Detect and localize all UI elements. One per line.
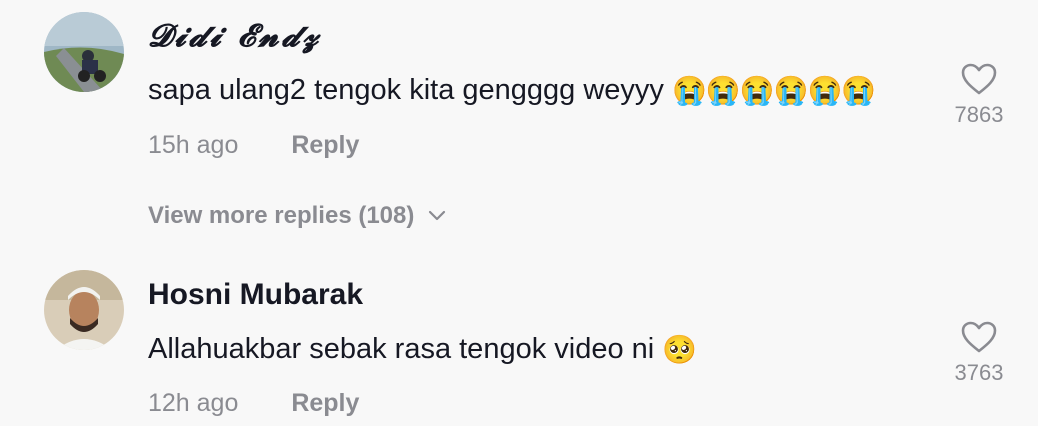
like-count: 3763 <box>954 360 1004 385</box>
comment-meta: 15h ago Reply <box>148 131 359 160</box>
view-more-replies-button[interactable]: View more replies (108) <box>148 202 446 230</box>
reply-button[interactable]: Reply <box>291 131 359 159</box>
comment-timestamp: 15h ago <box>148 131 239 159</box>
crying-emoji: 😭 <box>739 74 775 106</box>
view-more-replies-label: View more replies (108) <box>148 202 415 229</box>
crying-emoji: 😭 <box>841 74 877 106</box>
heart-outline-icon <box>961 321 997 353</box>
chevron-down-icon <box>429 210 446 221</box>
comment-timestamp: 12h ago <box>148 389 239 417</box>
heart-outline-icon <box>961 63 997 95</box>
comment-username[interactable]: Hosni Mubarak <box>148 278 363 312</box>
avatar[interactable] <box>44 270 124 350</box>
like-count: 7863 <box>954 102 1004 127</box>
reply-button[interactable]: Reply <box>291 389 359 417</box>
like-button[interactable]: 7863 <box>944 62 1014 128</box>
comment-text-content: Allahuakbar sebak rasa tengok video ni <box>148 333 655 365</box>
like-button[interactable]: 3763 <box>944 320 1014 386</box>
crying-emoji: 😭 <box>671 74 707 106</box>
emoji-group: 😭 😭 😭 😭 😭 😭 <box>671 74 877 106</box>
crying-emoji: 😭 <box>807 74 843 106</box>
comment-username[interactable]: 𝓓𝓲𝓭𝓲 𝓔𝓷𝓭𝔃 <box>148 18 321 55</box>
emoji-group: 🥺 <box>662 333 698 365</box>
crying-emoji: 😭 <box>773 74 809 106</box>
crying-emoji: 😭 <box>705 74 741 106</box>
pleading-emoji: 🥺 <box>662 333 698 365</box>
comment-text-content: sapa ulang2 tengok kita gengggg weyyy <box>148 74 664 106</box>
comment-meta: 12h ago Reply <box>148 389 359 418</box>
comment-text: sapa ulang2 tengok kita gengggg weyyy 😭 … <box>148 74 877 107</box>
comment-text: Allahuakbar sebak rasa tengok video ni 🥺 <box>148 333 698 366</box>
avatar[interactable] <box>44 12 124 92</box>
